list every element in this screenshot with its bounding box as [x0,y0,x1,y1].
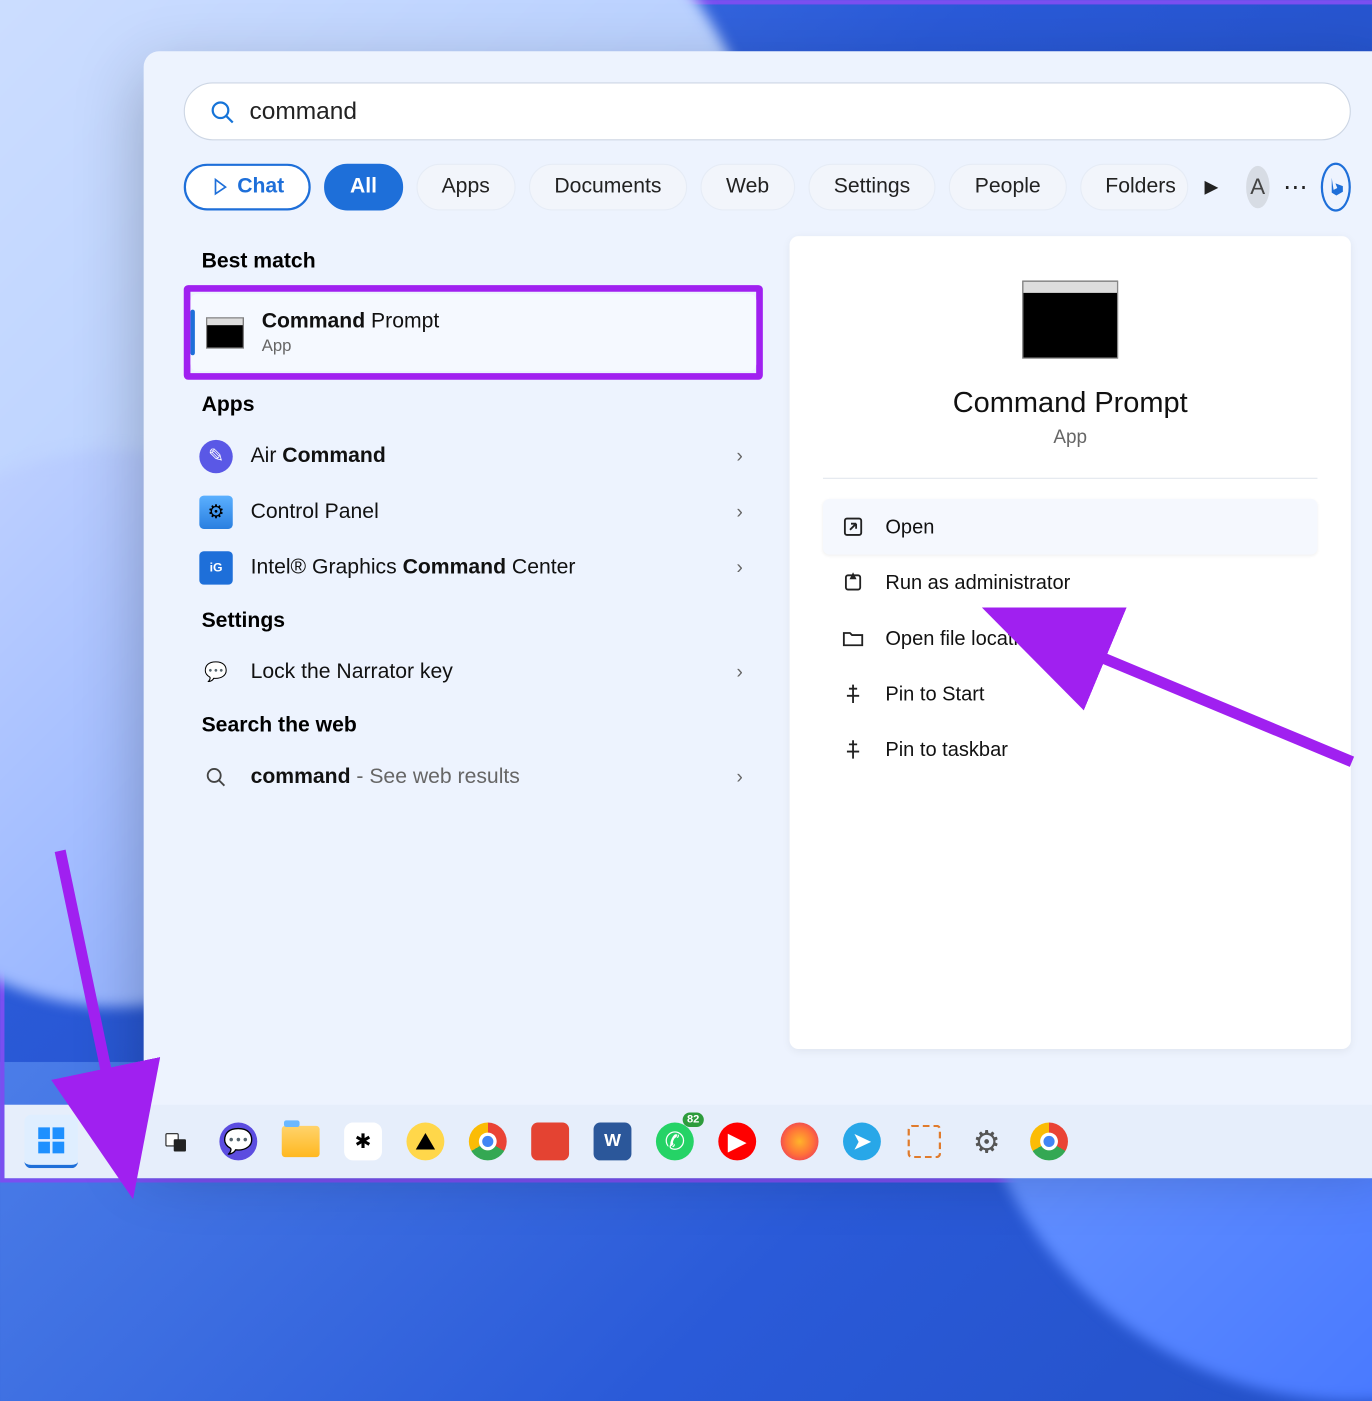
taskbar-taskview[interactable] [149,1115,202,1168]
result-air-command[interactable]: ✎ Air Command › [184,429,763,485]
divider [823,478,1317,479]
filter-web[interactable]: Web [700,164,794,211]
chevron-right-icon: › [736,766,742,788]
action-pin-to-taskbar[interactable]: Pin to taskbar [823,722,1317,778]
filter-apps[interactable]: Apps [416,164,515,211]
start-button[interactable] [25,1115,78,1168]
filter-chat[interactable]: Chat [184,164,311,211]
taskbar-app-explorer[interactable] [274,1115,327,1168]
app-icon: ⚙ [199,496,232,529]
chevron-right-icon: › [736,557,742,579]
chevron-right-icon: › [736,501,742,523]
detail-subtitle: App [823,427,1317,449]
search-box[interactable] [184,82,1351,140]
result-control-panel[interactable]: ⚙ Control Panel › [184,484,763,540]
settings-icon: 💬 [199,656,232,689]
filter-settings[interactable]: Settings [808,164,936,211]
section-settings: Settings [202,609,763,634]
result-command-prompt[interactable]: Command Prompt App [190,294,756,371]
detail-title: Command Prompt [823,385,1317,420]
filter-folders[interactable]: Folders [1080,164,1188,211]
more-options[interactable]: ⋯ [1283,166,1308,208]
result-web-command[interactable]: command - See web results › [184,749,763,805]
action-open-file-location[interactable]: Open file location [823,610,1317,666]
chevron-right-icon: › [736,445,742,467]
taskbar-app-chrome[interactable] [461,1115,514,1168]
taskbar-app-word[interactable]: W [586,1115,639,1168]
taskbar-app-firefox[interactable] [773,1115,826,1168]
chevron-right-icon: › [736,662,742,684]
taskbar-app-todoist[interactable] [523,1115,576,1168]
result-title: Command Prompt [262,310,440,335]
results-list: Best match Command Prompt App Apps ✎ Air… [184,236,763,1049]
bing-icon[interactable] [1321,163,1351,212]
section-best-match: Best match [202,249,763,274]
taskbar-app-settings[interactable]: ⚙ [960,1115,1013,1168]
filter-scroll-right[interactable]: ▶ [1204,174,1219,201]
search-input[interactable] [249,97,1325,126]
taskbar-app-chromecanary[interactable] [1022,1115,1075,1168]
result-intel-graphics[interactable]: iG Intel® Graphics Command Center › [184,540,763,596]
app-icon: ✎ [199,440,232,473]
taskbar-app-whatsapp[interactable]: ✆82 [648,1115,701,1168]
search-icon [199,761,232,794]
result-detail-panel: Command Prompt App Open Run as administr… [790,236,1351,1049]
taskbar-app-basecamp[interactable]: ⛰ [399,1115,452,1168]
filter-all[interactable]: All [324,164,402,211]
filter-chat-label: Chat [237,175,284,200]
start-search-panel: Chat All Apps Documents Web Settings Peo… [144,51,1372,1142]
taskbar: 💬 ✱ ⛰ W ✆82 ▶ ➤ ⚙ ︿ ☁ ENG US [4,1105,1372,1179]
taskbar-app-youtubemusic[interactable]: ▶ [711,1115,764,1168]
search-icon [209,99,234,124]
result-subtitle: App [262,336,440,355]
taskbar-search[interactable] [87,1115,140,1168]
section-apps: Apps [202,393,763,418]
taskbar-app-snip[interactable] [898,1115,951,1168]
section-web: Search the web [202,714,763,739]
action-run-as-admin[interactable]: Run as administrator [823,555,1317,611]
highlight-annotation-best-match: Command Prompt App [184,285,763,380]
cmd-icon [206,317,244,348]
action-pin-to-start[interactable]: Pin to Start [823,666,1317,722]
detail-app-icon [1022,281,1118,359]
app-icon: iG [199,551,232,584]
account-avatar[interactable]: A [1246,166,1270,208]
taskbar-app-telegram[interactable]: ➤ [835,1115,888,1168]
filter-documents[interactable]: Documents [529,164,687,211]
filter-people[interactable]: People [949,164,1066,211]
filter-row: Chat All Apps Documents Web Settings Peo… [184,163,1351,212]
taskbar-app-chat[interactable]: 💬 [212,1115,265,1168]
action-open[interactable]: Open [823,499,1317,555]
whatsapp-badge: 82 [683,1113,704,1127]
result-narrator-lock[interactable]: 💬 Lock the Narrator key › [184,645,763,701]
taskbar-app-slack[interactable]: ✱ [336,1115,389,1168]
